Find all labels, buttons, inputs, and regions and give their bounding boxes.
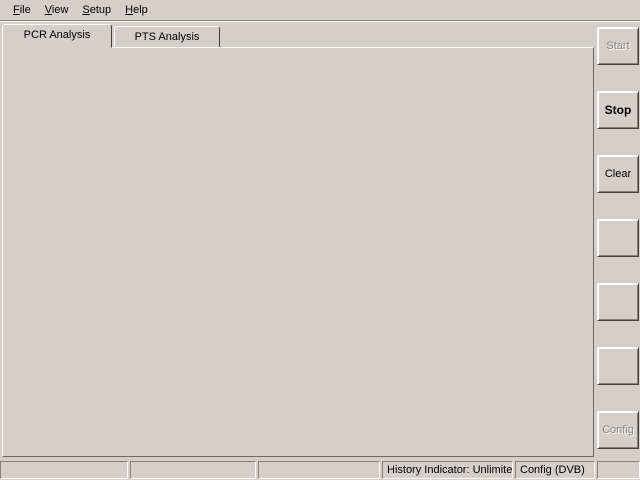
clear-button[interactable]: Clear [597, 155, 639, 193]
menu-file[interactable]: File [6, 2, 38, 18]
start-button[interactable]: Start [597, 27, 639, 65]
statusbar-empty-3 [258, 461, 380, 479]
statusbar-empty-1 [0, 461, 128, 479]
config-button[interactable]: Config [597, 411, 639, 449]
menu-view[interactable]: View [38, 2, 76, 18]
blank-button-1[interactable] [597, 219, 639, 257]
menu-bar: File View Setup Help [0, 0, 640, 21]
menu-setup[interactable]: Setup [75, 2, 118, 18]
statusbar-history-indicator: History Indicator: Unlimited [382, 461, 513, 479]
tab-pcr-analysis[interactable]: PCR Analysis [2, 24, 112, 48]
stop-button[interactable]: Stop [597, 91, 639, 129]
blank-button-2[interactable] [597, 283, 639, 321]
statusbar-empty-2 [130, 461, 256, 479]
statusbar-empty-4 [597, 461, 640, 479]
statusbar-config-standard: Config (DVB) [515, 461, 595, 479]
tab-pts-analysis[interactable]: PTS Analysis [114, 26, 220, 48]
blank-button-3[interactable] [597, 347, 639, 385]
pcr-analyzer-window: File View Setup Help PCR Analysis PTS An… [0, 0, 640, 480]
tab-content-panel [2, 47, 594, 457]
menu-help[interactable]: Help [118, 2, 155, 18]
